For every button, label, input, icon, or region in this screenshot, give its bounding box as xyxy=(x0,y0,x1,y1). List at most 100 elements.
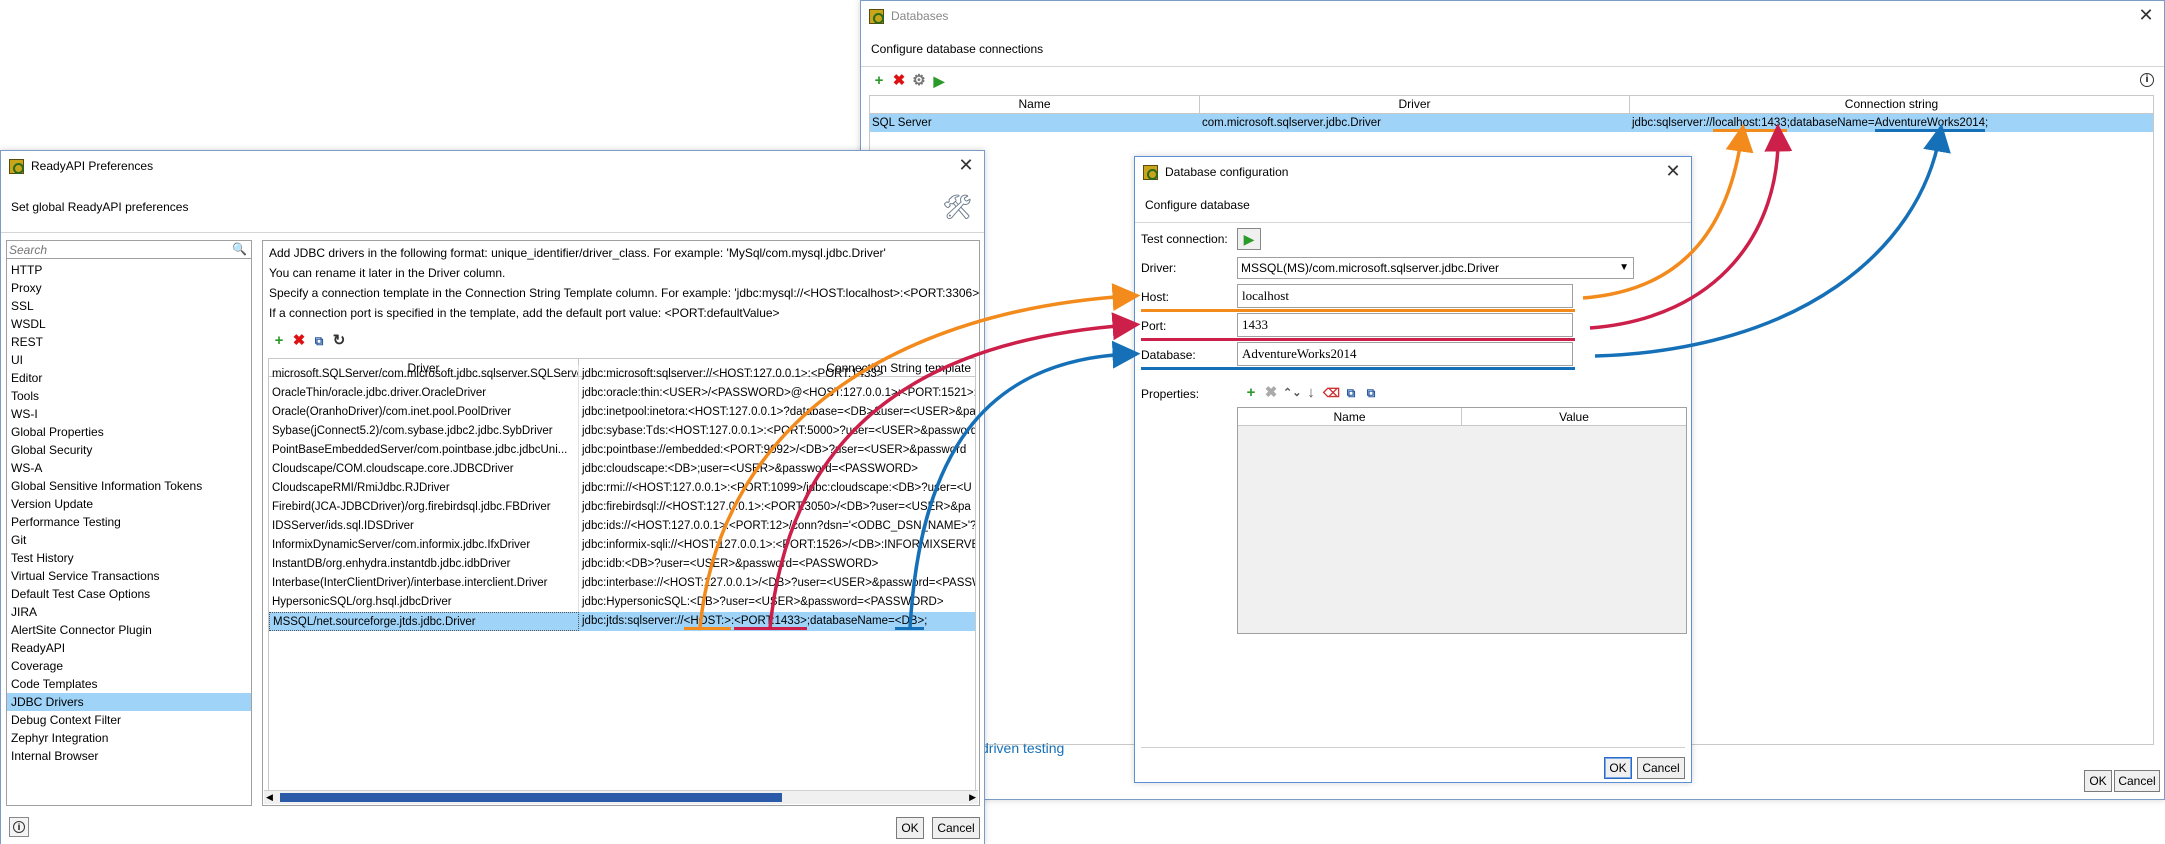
table-row[interactable]: OracleThin/oracle.jdbc.driver.OracleDriv… xyxy=(269,384,975,403)
jdbc-driver-cell: Interbase(InterClientDriver)/interbase.i… xyxy=(269,574,579,593)
port-label: Port: xyxy=(1141,319,1167,333)
sidebar-item[interactable]: Global Security xyxy=(7,441,251,459)
table-row[interactable]: Cloudscape/COM.cloudscape.core.JDBCDrive… xyxy=(269,460,975,479)
database-field[interactable] xyxy=(1237,342,1573,366)
paste-property-icon[interactable]: ⧉ xyxy=(1363,385,1379,401)
sidebar-item[interactable]: Test History xyxy=(7,549,251,567)
databases-col-driver[interactable]: Driver xyxy=(1200,96,1630,113)
sidebar-item[interactable]: REST xyxy=(7,333,251,351)
sidebar-item[interactable]: Proxy xyxy=(7,279,251,297)
driver-label: Driver: xyxy=(1141,261,1177,275)
databases-close-icon[interactable]: ✕ xyxy=(2136,6,2156,26)
databases-info-icon[interactable]: i xyxy=(2140,73,2154,87)
sidebar-item[interactable]: JDBC Drivers xyxy=(7,693,251,711)
table-row[interactable]: CloudscapeRMI/RmiJdbc.RJDriver jdbc:rmi:/… xyxy=(269,479,975,498)
properties-table-header: Name Value xyxy=(1238,408,1686,426)
configure-connection-gear-icon[interactable]: ⚙ xyxy=(911,73,927,89)
db-config-ok-button[interactable]: OK xyxy=(1604,757,1632,779)
sidebar-item[interactable]: Debug Context Filter xyxy=(7,711,251,729)
prop-col-value[interactable]: Value xyxy=(1462,408,1686,425)
sidebar-item[interactable]: Editor xyxy=(7,369,251,387)
scroll-right-arrow-icon[interactable]: ▶ xyxy=(969,792,976,803)
table-row[interactable]: Interbase(InterClientDriver)/interbase.i… xyxy=(269,574,975,593)
table-row[interactable]: InstantDB/org.enhydra.instantdb.jdbc.idb… xyxy=(269,555,975,574)
preferences-search-input[interactable] xyxy=(7,241,251,258)
sidebar-item[interactable]: Git xyxy=(7,531,251,549)
add-driver-icon[interactable]: + xyxy=(271,333,287,349)
preferences-close-icon[interactable]: ✕ xyxy=(956,156,976,176)
databases-cancel-button[interactable]: Cancel xyxy=(2114,770,2160,792)
port-field[interactable] xyxy=(1237,313,1573,337)
sidebar-item[interactable]: Tools xyxy=(7,387,251,405)
jdbc-help-text: Add JDBC drivers in the following format… xyxy=(269,246,979,320)
driven-testing-link[interactable]: driven testing xyxy=(981,740,1064,756)
preferences-info-icon[interactable]: i xyxy=(9,817,29,837)
sidebar-item[interactable]: Internal Browser xyxy=(7,747,251,765)
prop-col-name[interactable]: Name xyxy=(1238,408,1462,425)
host-field[interactable] xyxy=(1237,284,1573,308)
sidebar-item[interactable]: Version Update xyxy=(7,495,251,513)
remove-driver-icon[interactable]: ✖ xyxy=(291,333,307,349)
sidebar-item[interactable]: Global Properties xyxy=(7,423,251,441)
add-property-icon[interactable]: + xyxy=(1243,385,1259,401)
template-host: <HOST:> xyxy=(683,615,731,630)
databases-ok-button[interactable]: OK xyxy=(2084,770,2112,792)
test-connection-button[interactable]: ▶ xyxy=(1237,228,1261,250)
move-down-icon[interactable]: ↓ xyxy=(1303,385,1319,401)
sidebar-item[interactable]: Global Sensitive Information Tokens xyxy=(7,477,251,495)
sidebar-item[interactable]: JIRA xyxy=(7,603,251,621)
databases-col-name[interactable]: Name xyxy=(870,96,1200,113)
table-row[interactable]: MSSQL/net.sourceforge.jtds.jdbc.Driver j… xyxy=(269,612,975,631)
sidebar-item[interactable]: SSL xyxy=(7,297,251,315)
move-up-icon[interactable]: ⌃⌄ xyxy=(1283,385,1301,401)
test-connection-label: Test connection: xyxy=(1141,232,1228,246)
table-row[interactable]: IDSServer/ids.sql.IDSDriver jdbc:ids://<H… xyxy=(269,517,975,536)
sidebar-item[interactable]: WSDL xyxy=(7,315,251,333)
sidebar-item[interactable]: UI xyxy=(7,351,251,369)
sidebar-item[interactable]: ReadyAPI xyxy=(7,639,251,657)
scroll-left-arrow-icon[interactable]: ◀ xyxy=(266,792,273,803)
preferences-title: ReadyAPI Preferences xyxy=(31,159,154,173)
sidebar-item[interactable]: HTTP xyxy=(7,261,251,279)
db-config-cancel-button[interactable]: Cancel xyxy=(1637,757,1685,779)
scrollbar-thumb[interactable] xyxy=(280,793,782,802)
search-icon[interactable]: 🔍 xyxy=(232,242,247,256)
copy-driver-icon[interactable]: ⧉ xyxy=(311,333,327,349)
table-row[interactable]: InformixDynamicServer/com.informix.jdbc.… xyxy=(269,536,975,555)
table-row[interactable]: Firebird(JCA-JDBCDriver)/org.firebirdsql… xyxy=(269,498,975,517)
sidebar-item[interactable]: Performance Testing xyxy=(7,513,251,531)
databases-col-connstring[interactable]: Connection string xyxy=(1630,96,2153,113)
preferences-cancel-button[interactable]: Cancel xyxy=(932,817,980,839)
run-connection-icon[interactable]: ▶ xyxy=(931,73,947,89)
sidebar-item[interactable]: WS-I xyxy=(7,405,251,423)
remove-property-icon[interactable]: ✖ xyxy=(1263,385,1279,401)
sidebar-item[interactable]: Default Test Case Options xyxy=(7,585,251,603)
horizontal-scrollbar[interactable]: ◀ ▶ xyxy=(264,790,978,804)
table-row[interactable]: PointBaseEmbeddedServer/com.pointbase.jd… xyxy=(269,441,975,460)
db-config-close-icon[interactable]: ✕ xyxy=(1663,162,1683,182)
driver-select[interactable]: MSSQL(MS)/com.microsoft.sqlserver.jdbc.D… xyxy=(1237,257,1634,279)
table-row[interactable]: Oracle(OranhoDriver)/com.inet.pool.PoolD… xyxy=(269,403,975,422)
table-row[interactable]: Sybase(jConnect5.2)/com.sybase.jdbc2.jdb… xyxy=(269,422,975,441)
jdbc-selected-template: jdbc:jtds:sqlserver://<HOST:>:<PORT:1433… xyxy=(579,612,975,631)
table-row[interactable]: HypersonicSQL/org.hsql.jdbcDriver jdbc:Hy… xyxy=(269,593,975,612)
databases-subtitle: Configure database connections xyxy=(861,31,2164,67)
sidebar-item[interactable]: Coverage xyxy=(7,657,251,675)
sidebar-item[interactable]: WS-A xyxy=(7,459,251,477)
sidebar-item[interactable]: Zephyr Integration xyxy=(7,729,251,747)
clear-icon[interactable]: ⌫ xyxy=(1323,385,1340,401)
table-row[interactable]: microsoft.SQLServer/com.microsoft.jdbc.s… xyxy=(269,365,975,384)
preferences-ok-button[interactable]: OK xyxy=(896,817,924,839)
sidebar-item[interactable]: AlertSite Connector Plugin xyxy=(7,621,251,639)
properties-table: Name Value xyxy=(1237,407,1687,634)
sidebar-item[interactable]: Virtual Service Transactions xyxy=(7,567,251,585)
copy-property-icon[interactable]: ⧉ xyxy=(1343,385,1359,401)
preferences-search-box: 🔍 xyxy=(7,241,251,259)
remove-connection-icon[interactable]: ✖ xyxy=(891,73,907,89)
add-connection-icon[interactable]: + xyxy=(871,73,887,89)
refresh-icon[interactable]: ↻ xyxy=(331,333,347,349)
table-row[interactable]: SQL Server com.microsoft.sqlserver.jdbc.… xyxy=(870,114,2153,132)
jdbc-template-cell: jdbc:microsoft:sqlserver://<HOST:127.0.0… xyxy=(582,368,884,380)
jdbc-template-cell: jdbc:firebirdsql://<HOST:127.0.0.1>:<POR… xyxy=(582,501,971,513)
sidebar-item[interactable]: Code Templates xyxy=(7,675,251,693)
